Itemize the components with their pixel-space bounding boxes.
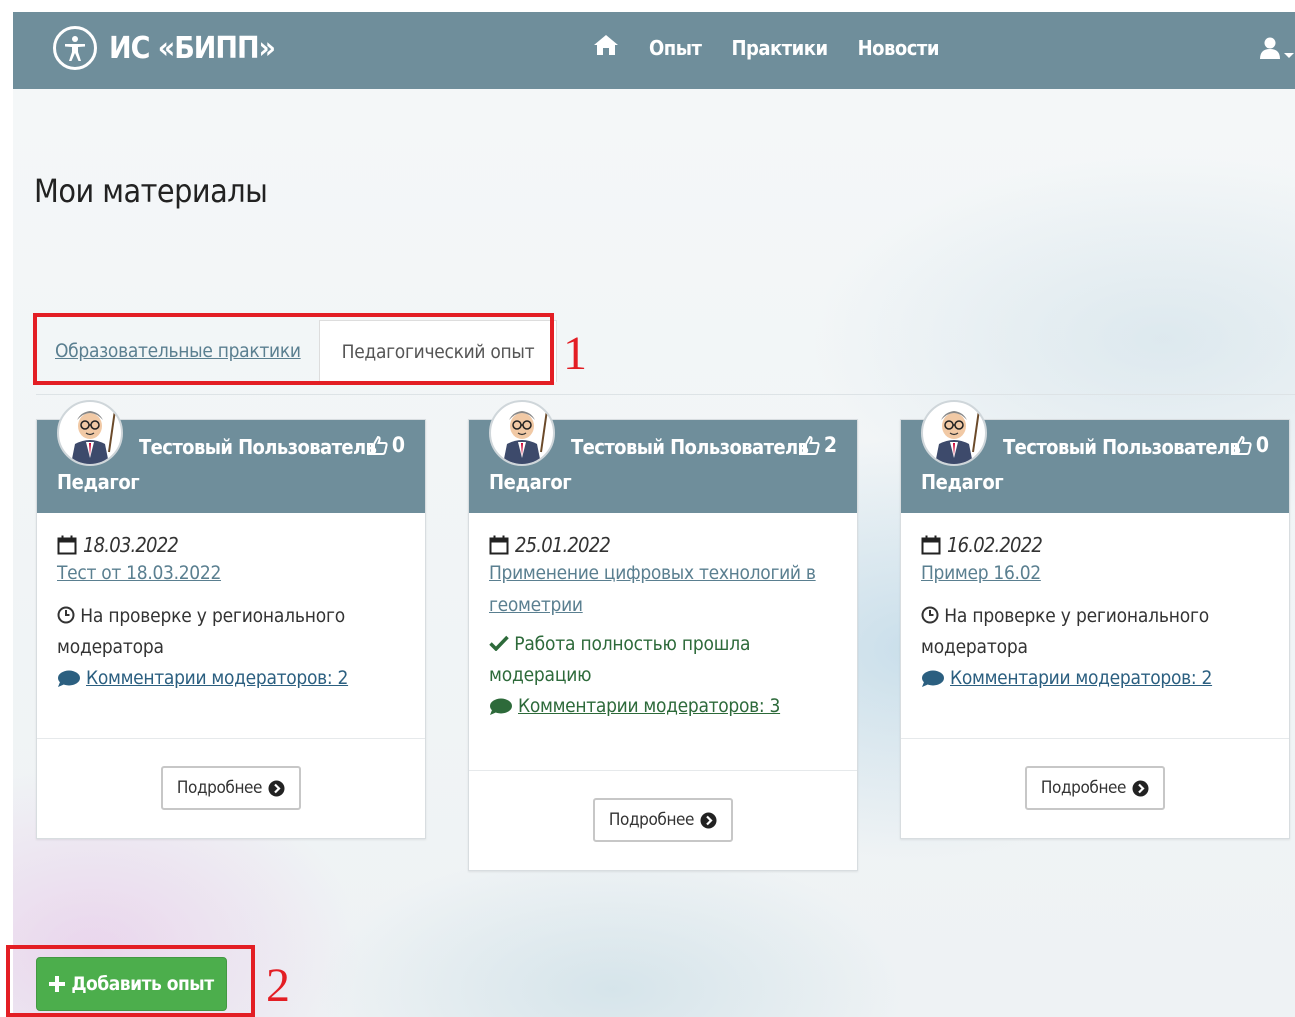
card-status-text: На проверке у регионального модератора — [921, 605, 1209, 658]
comment-icon — [922, 670, 944, 687]
chevron-circle-right-icon — [700, 812, 717, 828]
annotation-number-1: 1 — [563, 327, 587, 380]
likes-counter[interactable]: 2 — [798, 433, 837, 457]
user-icon — [1260, 37, 1280, 59]
calendar-icon — [57, 535, 77, 555]
top-navbar: ИС «БИПП» Опыт Практики Новости — [13, 12, 1295, 89]
card-body: 18.03.2022 Тест от 18.03.2022 На проверк… — [37, 513, 425, 694]
thumbs-up-icon — [798, 435, 820, 455]
likes-count: 0 — [391, 433, 405, 457]
card-comments-text: Комментарии модераторов: 2 — [950, 667, 1213, 689]
likes-counter[interactable]: 0 — [1230, 433, 1269, 457]
comment-icon — [490, 698, 512, 715]
main-nav: Опыт Практики Новости — [593, 34, 939, 61]
card-header: Тестовый Пользователь 0 Педагог — [37, 400, 425, 513]
card-date: 18.03.2022 — [57, 533, 405, 557]
likes-counter[interactable]: 0 — [366, 433, 405, 457]
details-button-label: Подробнее — [608, 810, 695, 830]
card-comments-link[interactable]: Комментарии модераторов: 3 — [489, 691, 837, 722]
thumbs-up-icon — [366, 435, 388, 455]
chevron-circle-right-icon — [268, 780, 285, 796]
card-body: 16.02.2022 Пример 16.02 На проверке у ре… — [901, 513, 1289, 694]
clock-icon — [57, 606, 75, 624]
card-header: Тестовый Пользователь 0 Педагог — [901, 400, 1289, 513]
home-icon[interactable] — [593, 34, 619, 61]
card-date-text: 18.03.2022 — [83, 533, 179, 557]
card-footer: Подробнее — [901, 738, 1289, 837]
card-status-text: Работа полностью прошла модерацию — [489, 633, 751, 686]
likes-count: 0 — [1255, 433, 1269, 457]
card-date: 25.01.2022 — [489, 533, 837, 557]
accessibility-icon — [53, 26, 97, 70]
material-card: Тестовый Пользователь 0 Педагог 16.02.20… — [900, 400, 1290, 839]
card-role: Педагог — [489, 470, 572, 494]
brand-title: ИС «БИПП» — [109, 30, 276, 66]
brand[interactable]: ИС «БИПП» — [53, 26, 276, 70]
card-comments-text: Комментарии модераторов: 3 — [518, 695, 781, 717]
card-status-text: На проверке у регионального модератора — [57, 605, 345, 658]
thumbs-up-icon — [1230, 435, 1252, 455]
likes-count: 2 — [823, 433, 837, 457]
card-author[interactable]: Тестовый Пользователь — [1003, 435, 1241, 459]
card-title-link[interactable]: Тест от 18.03.2022 — [57, 557, 405, 589]
card-header: Тестовый Пользователь 2 Педагог — [469, 400, 857, 513]
calendar-icon — [489, 535, 509, 555]
calendar-icon — [921, 535, 941, 555]
page-title: Мои материалы — [34, 172, 268, 210]
avatar — [489, 400, 555, 466]
card-body: 25.01.2022 Применение цифровых технологи… — [469, 513, 857, 722]
clock-icon — [921, 606, 939, 624]
chevron-circle-right-icon — [1132, 780, 1149, 796]
card-footer: Подробнее — [469, 770, 857, 869]
check-icon — [489, 635, 509, 652]
card-date-text: 16.02.2022 — [947, 533, 1043, 557]
annotation-box-tabs — [33, 313, 554, 385]
comment-icon — [58, 670, 80, 687]
avatar — [921, 400, 987, 466]
material-card: Тестовый Пользователь 0 Педагог 18.03.20… — [36, 400, 426, 839]
user-menu[interactable] — [1259, 36, 1295, 60]
card-footer: Подробнее — [37, 738, 425, 837]
details-button[interactable]: Подробнее — [592, 798, 734, 842]
nav-link-practices[interactable]: Практики — [731, 36, 828, 60]
details-button[interactable]: Подробнее — [1024, 766, 1166, 810]
details-button[interactable]: Подробнее — [160, 766, 302, 810]
material-card: Тестовый Пользователь 2 Педагог 25.01.20… — [468, 400, 858, 871]
card-role: Педагог — [57, 470, 140, 494]
details-button-label: Подробнее — [1040, 778, 1127, 798]
nav-link-news[interactable]: Новости — [858, 36, 940, 60]
card-title-link[interactable]: Пример 16.02 — [921, 557, 1269, 589]
nav-link-experience[interactable]: Опыт — [649, 36, 702, 60]
card-comments-link[interactable]: Комментарии модераторов: 2 — [57, 663, 405, 694]
card-status: На проверке у регионального модератора — [921, 601, 1269, 663]
card-date: 16.02.2022 — [921, 533, 1269, 557]
card-title-link[interactable]: Применение цифровых технологий в геометр… — [489, 557, 837, 621]
caret-down-icon — [1284, 53, 1294, 58]
card-comments-link[interactable]: Комментарии модераторов: 2 — [921, 663, 1269, 694]
card-date-text: 25.01.2022 — [515, 533, 611, 557]
annotation-number-2: 2 — [266, 959, 290, 1012]
annotation-box-add — [6, 945, 255, 1017]
card-author[interactable]: Тестовый Пользователь — [571, 435, 809, 459]
card-comments-text: Комментарии модераторов: 2 — [86, 667, 349, 689]
avatar — [57, 400, 123, 466]
tabs-divider — [36, 394, 1295, 395]
card-role: Педагог — [921, 470, 1004, 494]
card-status: На проверке у регионального модератора — [57, 601, 405, 663]
card-status: Работа полностью прошла модерацию — [489, 629, 837, 691]
card-author[interactable]: Тестовый Пользователь — [139, 435, 377, 459]
details-button-label: Подробнее — [176, 778, 263, 798]
